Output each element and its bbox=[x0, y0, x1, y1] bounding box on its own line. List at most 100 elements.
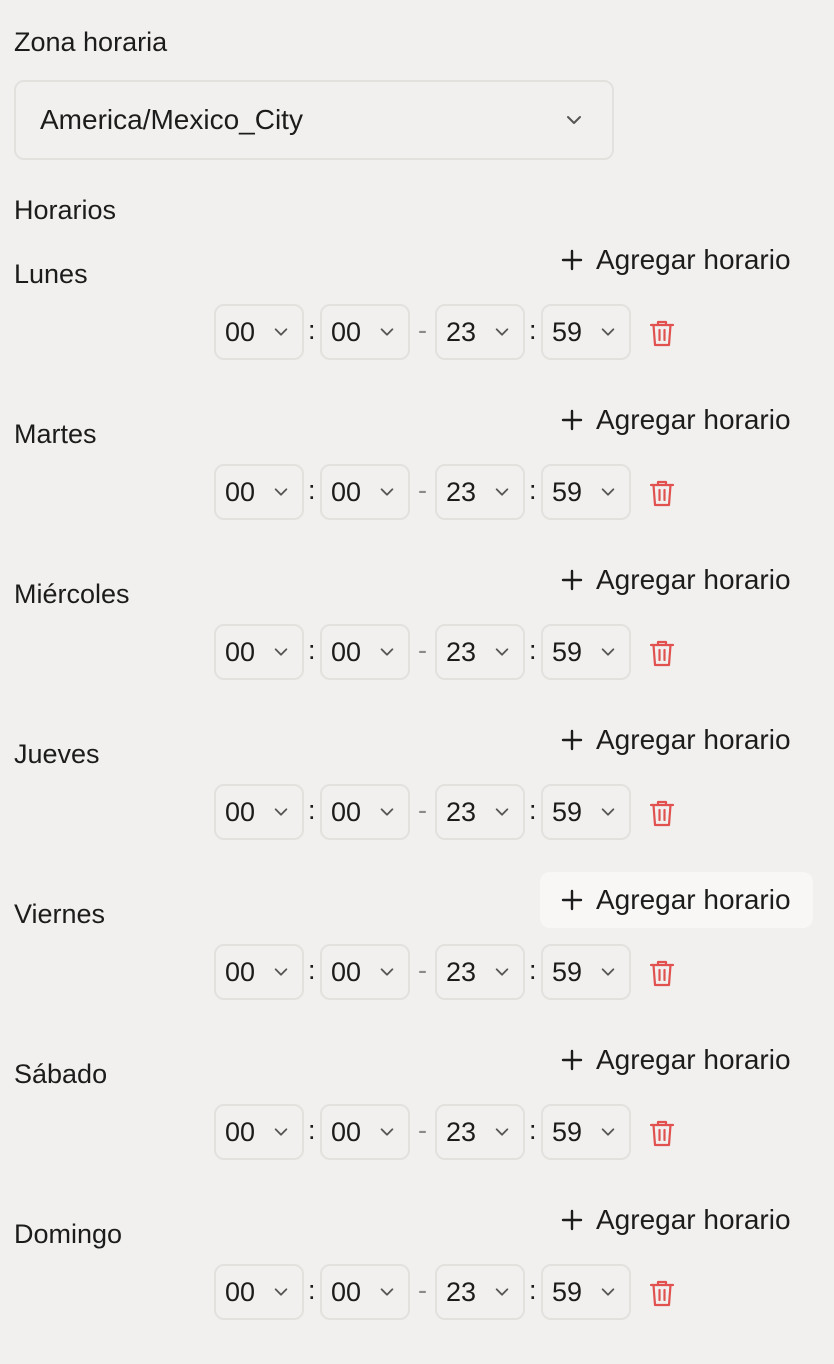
end-minute-select[interactable]: 59 bbox=[541, 1104, 631, 1160]
time-colon: : bbox=[308, 1115, 316, 1145]
start-hour-select[interactable]: 00 bbox=[214, 464, 304, 520]
add-schedule-button[interactable]: Agregar horario bbox=[540, 1192, 813, 1248]
time-range: 00:00-23:59 bbox=[0, 1104, 834, 1160]
chevron-down-icon bbox=[601, 968, 615, 976]
delete-schedule-button[interactable] bbox=[648, 318, 676, 348]
trash-icon bbox=[648, 480, 676, 512]
end-minute-select[interactable]: 59 bbox=[541, 464, 631, 520]
chevron-down-icon bbox=[601, 1128, 615, 1136]
end-hour-select[interactable]: 23 bbox=[435, 944, 525, 1000]
end-minute-select[interactable]: 59 bbox=[541, 304, 631, 360]
plus-icon bbox=[561, 1209, 583, 1231]
time-range: 00:00-23:59 bbox=[0, 304, 834, 360]
plus-icon bbox=[561, 1049, 583, 1071]
add-schedule-label: Agregar horario bbox=[596, 884, 791, 915]
delete-schedule-button[interactable] bbox=[648, 638, 676, 668]
plus-icon bbox=[561, 409, 583, 431]
time-colon: : bbox=[308, 1275, 316, 1305]
trash-icon bbox=[648, 960, 676, 992]
trash-icon bbox=[648, 1280, 676, 1312]
delete-schedule-button[interactable] bbox=[648, 1278, 676, 1308]
day-name: Martes bbox=[14, 419, 97, 449]
end-minute-select[interactable]: 59 bbox=[541, 944, 631, 1000]
end-hour-select[interactable]: 23 bbox=[435, 1104, 525, 1160]
trash-icon bbox=[648, 800, 676, 832]
day-name: Domingo bbox=[14, 1219, 123, 1249]
start-hour-select[interactable]: 00 bbox=[214, 1104, 304, 1160]
chevron-down-icon bbox=[380, 1288, 394, 1296]
end-minute-select[interactable]: 59 bbox=[541, 1264, 631, 1320]
time-colon: : bbox=[308, 955, 316, 985]
end-minute-select[interactable]: 59 bbox=[541, 624, 631, 680]
delete-schedule-button[interactable] bbox=[648, 1118, 676, 1148]
start-minute-value: 00 bbox=[331, 476, 362, 507]
chevron-down-icon bbox=[274, 488, 288, 496]
plus-icon bbox=[561, 569, 583, 591]
start-hour-select[interactable]: 00 bbox=[214, 1264, 304, 1320]
chevron-down-icon bbox=[380, 1128, 394, 1136]
time-range: 00:00-23:59 bbox=[0, 464, 834, 520]
chevron-down-icon bbox=[274, 648, 288, 656]
start-hour-select[interactable]: 00 bbox=[214, 944, 304, 1000]
add-schedule-button[interactable]: Agregar horario bbox=[540, 552, 813, 608]
start-minute-select[interactable]: 00 bbox=[320, 464, 410, 520]
add-schedule-label: Agregar horario bbox=[596, 724, 791, 755]
add-schedule-button[interactable]: Agregar horario bbox=[540, 712, 813, 768]
end-minute-value: 59 bbox=[552, 316, 583, 347]
end-minute-select[interactable]: 59 bbox=[541, 784, 631, 840]
delete-schedule-button[interactable] bbox=[648, 478, 676, 508]
start-minute-value: 00 bbox=[331, 1276, 362, 1307]
timezone-select[interactable]: America/Mexico_City bbox=[14, 80, 614, 160]
start-hour-select[interactable]: 00 bbox=[214, 784, 304, 840]
start-hour-value: 00 bbox=[225, 476, 256, 507]
end-hour-select[interactable]: 23 bbox=[435, 1264, 525, 1320]
range-dash: - bbox=[418, 795, 427, 825]
add-schedule-button[interactable]: Agregar horario bbox=[540, 872, 813, 928]
add-schedule-button[interactable]: Agregar horario bbox=[540, 1032, 813, 1088]
timezone-value: America/Mexico_City bbox=[40, 104, 303, 135]
start-minute-select[interactable]: 00 bbox=[320, 624, 410, 680]
time-range: 00:00-23:59 bbox=[0, 624, 834, 680]
start-hour-select[interactable]: 00 bbox=[214, 304, 304, 360]
chevron-down-icon bbox=[601, 808, 615, 816]
start-minute-select[interactable]: 00 bbox=[320, 1264, 410, 1320]
trash-icon bbox=[648, 640, 676, 672]
delete-schedule-button[interactable] bbox=[648, 958, 676, 988]
end-minute-value: 59 bbox=[552, 1276, 583, 1307]
plus-icon bbox=[561, 889, 583, 911]
end-minute-value: 59 bbox=[552, 956, 583, 987]
add-schedule-label: Agregar horario bbox=[596, 564, 791, 595]
chevron-down-icon bbox=[274, 1128, 288, 1136]
end-hour-select[interactable]: 23 bbox=[435, 304, 525, 360]
add-schedule-label: Agregar horario bbox=[596, 404, 791, 435]
time-colon: : bbox=[308, 635, 316, 665]
start-minute-select[interactable]: 00 bbox=[320, 944, 410, 1000]
add-schedule-button[interactable]: Agregar horario bbox=[540, 392, 813, 448]
start-minute-select[interactable]: 00 bbox=[320, 304, 410, 360]
start-hour-value: 00 bbox=[225, 1276, 256, 1307]
add-schedule-button[interactable]: Agregar horario bbox=[540, 232, 813, 288]
start-hour-select[interactable]: 00 bbox=[214, 624, 304, 680]
start-minute-select[interactable]: 00 bbox=[320, 784, 410, 840]
chevron-down-icon bbox=[601, 488, 615, 496]
end-hour-select[interactable]: 23 bbox=[435, 624, 525, 680]
time-colon: : bbox=[308, 475, 316, 505]
start-minute-value: 00 bbox=[331, 636, 362, 667]
chevron-down-icon bbox=[567, 116, 581, 124]
add-schedule-label: Agregar horario bbox=[596, 1204, 791, 1235]
delete-schedule-button[interactable] bbox=[648, 798, 676, 828]
start-hour-value: 00 bbox=[225, 1116, 256, 1147]
time-colon: : bbox=[529, 795, 537, 825]
chevron-down-icon bbox=[495, 808, 509, 816]
end-minute-value: 59 bbox=[552, 636, 583, 667]
end-hour-value: 23 bbox=[446, 796, 477, 827]
chevron-down-icon bbox=[274, 1288, 288, 1296]
time-colon: : bbox=[529, 315, 537, 345]
start-minute-select[interactable]: 00 bbox=[320, 1104, 410, 1160]
end-hour-select[interactable]: 23 bbox=[435, 464, 525, 520]
end-hour-value: 23 bbox=[446, 636, 477, 667]
chevron-down-icon bbox=[274, 968, 288, 976]
end-minute-value: 59 bbox=[552, 476, 583, 507]
end-hour-select[interactable]: 23 bbox=[435, 784, 525, 840]
end-hour-value: 23 bbox=[446, 1116, 477, 1147]
